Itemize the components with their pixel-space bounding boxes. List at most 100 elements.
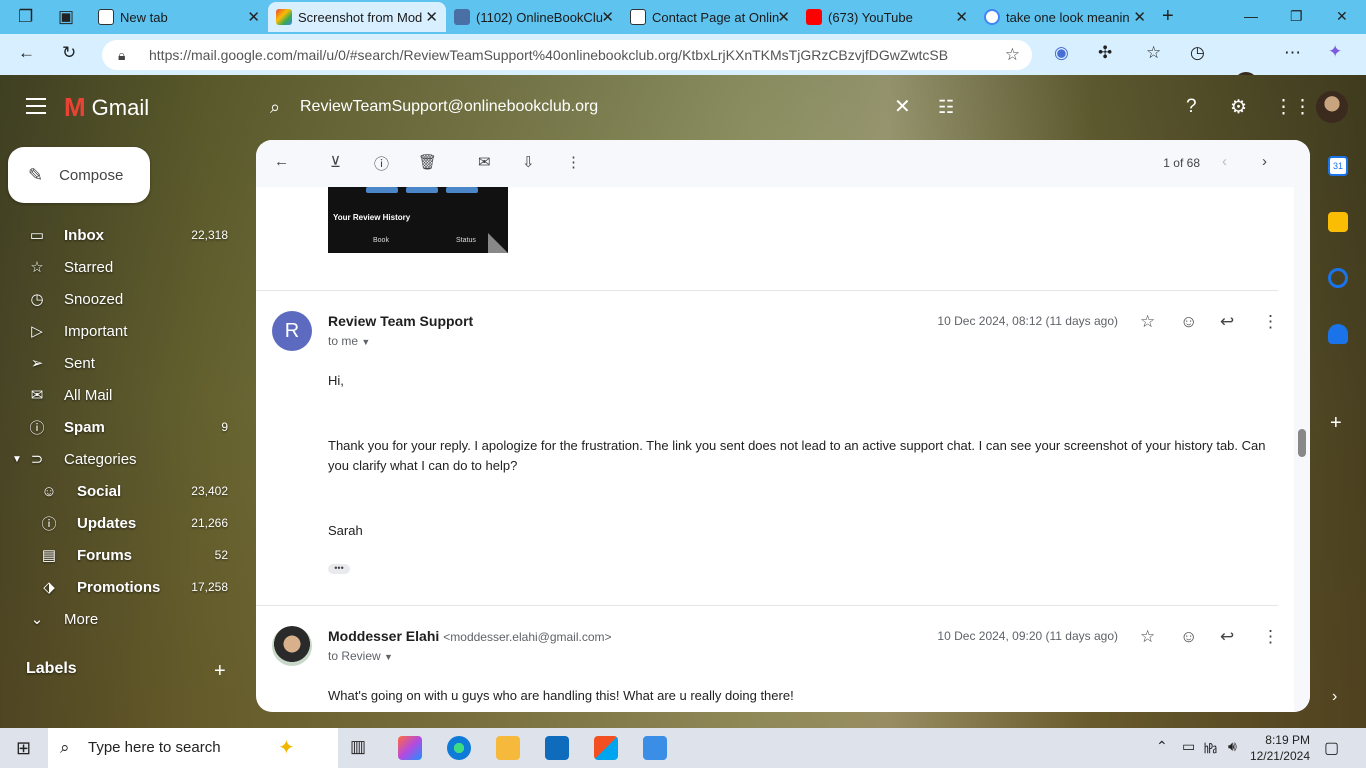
search-bar[interactable]: ⌕ ReviewTeamSupport@onlinebookclub.org ✕… bbox=[256, 86, 976, 128]
gmail-logo[interactable]: M Gmail bbox=[64, 92, 149, 123]
collapse-arrow-icon[interactable]: ▼ bbox=[12, 454, 22, 465]
search-icon[interactable]: ⌕ bbox=[270, 86, 280, 128]
close-tab-icon[interactable]: ✕ bbox=[777, 8, 790, 26]
move-to-icon[interactable]: ⇩ bbox=[522, 153, 535, 171]
contacts-icon[interactable] bbox=[1328, 324, 1348, 344]
copilot-sparkle-icon[interactable]: ✦ bbox=[278, 728, 295, 768]
sidebar-item-snoozed[interactable]: ◷ Snoozed bbox=[0, 283, 250, 315]
report-spam-icon[interactable]: ⓘ bbox=[374, 153, 389, 174]
more-options-icon[interactable]: ⋯ bbox=[1284, 43, 1301, 63]
file-explorer-icon[interactable] bbox=[496, 736, 520, 760]
sidebar-item-inbox[interactable]: ▭ Inbox 22,318 bbox=[0, 219, 250, 251]
notifications-icon[interactable]: ▢ bbox=[1324, 738, 1339, 758]
restore-icon[interactable]: ❐ bbox=[1290, 8, 1303, 25]
sender-name[interactable]: Moddesser Elahi <moddesser.elahi@gmail.co… bbox=[328, 628, 612, 644]
refresh-icon[interactable]: ↻ bbox=[62, 43, 76, 63]
tab-onlinebookclub[interactable]: (1102) OnlineBookClu ✕ bbox=[446, 2, 622, 32]
archive-icon[interactable]: ⊻ bbox=[330, 153, 341, 171]
store-app-icon[interactable] bbox=[594, 736, 618, 760]
star-icon[interactable]: ☆ bbox=[1140, 627, 1155, 647]
reply-icon[interactable]: ↩ bbox=[1220, 312, 1234, 332]
search-options-icon[interactable]: ☷ bbox=[938, 86, 954, 128]
tab-gmail[interactable]: Screenshot from Mod ✕ bbox=[268, 2, 446, 32]
favorites-icon[interactable]: ☆ bbox=[1146, 43, 1161, 63]
keep-icon[interactable] bbox=[1328, 212, 1348, 232]
attached-screenshot-preview[interactable]: Your Review History Book Status bbox=[328, 187, 508, 253]
taskbar-search[interactable]: ⌕ Type here to search ✦ bbox=[48, 728, 338, 768]
add-reaction-icon[interactable]: ☺ bbox=[1180, 312, 1197, 332]
tab-google[interactable]: take one look meanin ✕ bbox=[976, 2, 1154, 32]
show-side-panel-icon[interactable]: › bbox=[1332, 688, 1337, 706]
tasks-icon[interactable] bbox=[1328, 268, 1348, 288]
sidebar-item-sent[interactable]: ➢ Sent bbox=[0, 347, 250, 379]
calendar-icon[interactable]: 31 bbox=[1328, 156, 1348, 176]
search-input[interactable]: ReviewTeamSupport@onlinebookclub.org bbox=[300, 98, 598, 115]
back-icon[interactable]: ← bbox=[18, 43, 35, 63]
reply-icon[interactable]: ↩ bbox=[1220, 627, 1234, 647]
tab-contact-page[interactable]: Contact Page at Onlin ✕ bbox=[622, 2, 798, 32]
account-avatar[interactable] bbox=[1316, 91, 1348, 123]
copilot-app-icon[interactable] bbox=[398, 736, 422, 760]
details-dropdown-icon[interactable]: ▼ bbox=[361, 337, 370, 347]
help-icon[interactable]: ? bbox=[1186, 96, 1197, 118]
language-icon[interactable]: ㍱ bbox=[1204, 738, 1217, 757]
minimize-icon[interactable]: — bbox=[1244, 8, 1258, 24]
recipient-details[interactable]: to me ▼ bbox=[328, 334, 370, 348]
sidebar-item-important[interactable]: ▷ Important bbox=[0, 315, 250, 347]
sidebar-item-categories[interactable]: ▼ ⊃ Categories bbox=[0, 443, 250, 475]
extension-badge-icon[interactable]: ◉ bbox=[1054, 43, 1069, 63]
scrollbar-thumb[interactable] bbox=[1298, 429, 1306, 457]
volume-icon[interactable]: 🔊︎ bbox=[1228, 738, 1237, 755]
edge-app-icon[interactable] bbox=[447, 736, 471, 760]
sender-avatar[interactable]: R bbox=[272, 311, 312, 351]
get-addons-icon[interactable]: + bbox=[1330, 412, 1342, 435]
older-icon[interactable]: › bbox=[1262, 153, 1267, 170]
system-clock[interactable]: 8:19 PM 12/21/2024 bbox=[1250, 732, 1310, 764]
delete-icon[interactable]: 🗑︎ bbox=[418, 153, 437, 171]
compose-button[interactable]: ✎ Compose bbox=[8, 147, 150, 203]
show-trimmed-content-button[interactable]: ••• bbox=[328, 564, 350, 574]
url-field[interactable]: 🔒︎ https://mail.google.com/mail/u/0/#sea… bbox=[102, 40, 1032, 70]
main-menu-icon[interactable] bbox=[26, 98, 46, 114]
sidebar-item-more[interactable]: ⌄ More bbox=[0, 603, 250, 635]
sidebar-item-updates[interactable]: ⓘ Updates 21,266 bbox=[0, 507, 250, 539]
mark-unread-icon[interactable]: ✉ bbox=[478, 153, 491, 171]
sidebar-item-social[interactable]: ☺ Social 23,402 bbox=[0, 475, 250, 507]
tab-actions-icon[interactable]: ▣ bbox=[58, 7, 74, 27]
workspaces-icon[interactable]: ❐ bbox=[18, 7, 33, 27]
history-icon[interactable]: ◷ bbox=[1190, 43, 1205, 63]
show-hidden-icons[interactable]: ⌃ bbox=[1156, 738, 1168, 755]
close-tab-icon[interactable]: ✕ bbox=[425, 8, 438, 26]
sender-name[interactable]: Review Team Support bbox=[328, 313, 473, 329]
close-tab-icon[interactable]: ✕ bbox=[955, 8, 968, 26]
sidebar-item-spam[interactable]: ⓘ Spam 9 bbox=[0, 411, 250, 443]
message-scrollbar[interactable] bbox=[1294, 187, 1310, 712]
sender-avatar[interactable] bbox=[272, 626, 312, 666]
clear-search-icon[interactable]: ✕ bbox=[894, 86, 911, 128]
newer-icon[interactable]: ‹ bbox=[1222, 153, 1227, 170]
settings-gear-icon[interactable]: ⚙ bbox=[1230, 96, 1247, 119]
add-reaction-icon[interactable]: ☺ bbox=[1180, 627, 1197, 647]
tab-new-tab[interactable]: New tab ✕ bbox=[90, 2, 268, 32]
sidebar-item-forums[interactable]: ▤ Forums 52 bbox=[0, 539, 250, 571]
close-tab-icon[interactable]: ✕ bbox=[247, 8, 260, 26]
photos-app-icon[interactable] bbox=[643, 736, 667, 760]
copilot-icon[interactable]: ✦ bbox=[1328, 42, 1342, 62]
close-tab-icon[interactable]: ✕ bbox=[1133, 8, 1146, 26]
new-tab-button[interactable]: + bbox=[1162, 5, 1174, 28]
more-actions-icon[interactable]: ⋮ bbox=[566, 153, 581, 171]
back-to-list-icon[interactable]: ← bbox=[274, 153, 289, 170]
favorite-star-icon[interactable]: ☆ bbox=[1005, 40, 1020, 70]
network-icon[interactable]: ▭ bbox=[1182, 738, 1195, 755]
sidebar-item-all-mail[interactable]: ✉ All Mail bbox=[0, 379, 250, 411]
extensions-icon[interactable]: ✣ bbox=[1098, 43, 1112, 63]
task-view-icon[interactable]: ▥ bbox=[350, 737, 366, 757]
message-more-icon[interactable]: ⋮ bbox=[1262, 627, 1279, 647]
sidebar-item-promotions[interactable]: ⬗ Promotions 17,258 bbox=[0, 571, 250, 603]
star-icon[interactable]: ☆ bbox=[1140, 312, 1155, 332]
close-window-icon[interactable]: ✕ bbox=[1336, 8, 1348, 25]
windows-start-icon[interactable]: ⊞ bbox=[16, 738, 31, 759]
close-tab-icon[interactable]: ✕ bbox=[601, 8, 614, 26]
mail-app-icon[interactable] bbox=[545, 736, 569, 760]
recipient-details[interactable]: to Review ▼ bbox=[328, 649, 393, 663]
